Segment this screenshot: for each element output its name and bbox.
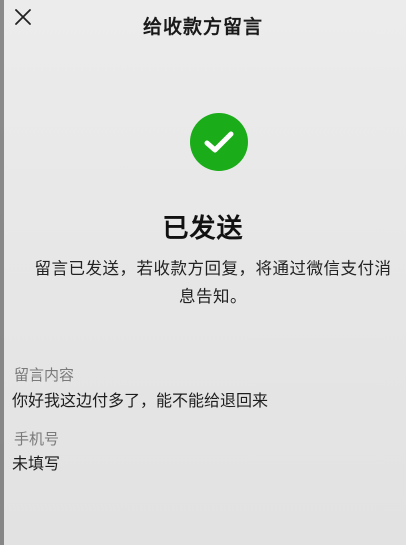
status-description: 留言已发送，若收款方回复，将通过微信支付消息告知。 [34, 259, 392, 306]
phone-value: 未填写 [12, 454, 61, 473]
page-title: 给收款方留言 [142, 16, 263, 38]
check-circle-icon [189, 112, 249, 172]
message-label: 留言内容 [14, 366, 75, 384]
top-bar: 给收款方留言 [0, 0, 406, 52]
phone-label: 手机号 [14, 430, 60, 448]
screen-edge-shadow [0, 0, 4, 545]
message-value: 你好我这边付多了，能不能给退回来 [12, 391, 269, 410]
status-headline: 已发送 [162, 214, 244, 244]
message-sent-page: 给收款方留言 已发送 留言已发送，若收款方回复，将通过微信支付消息告知。 留言内… [0, 0, 406, 545]
